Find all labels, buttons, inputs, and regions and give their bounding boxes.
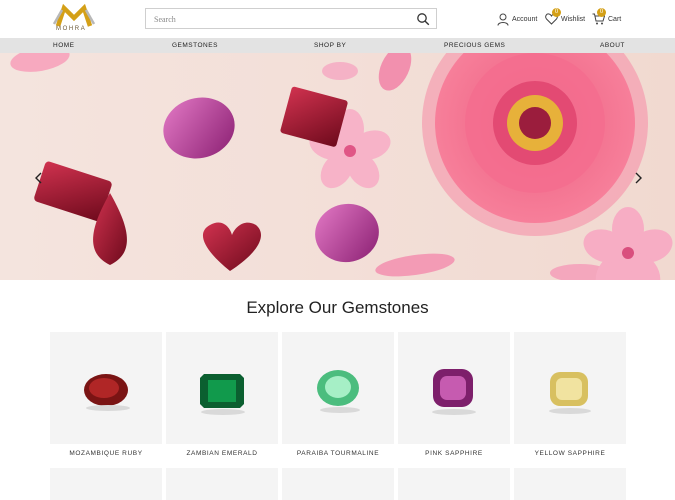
section-title: Explore Our Gemstones [246,298,429,317]
hero-image [10,53,673,280]
gem-label[interactable]: PINK SAPPHIRE [398,450,510,457]
brand-name: MOHRA [56,26,87,32]
cart-label: Cart [608,15,622,23]
gem-card-paraiba-tourmaline[interactable] [282,332,394,444]
nav-item-home[interactable]: HOME [53,38,75,53]
gem-card-yellow-sapphire[interactable] [514,332,626,444]
gem-card-row2[interactable] [282,468,394,500]
site-header: MOHRA Account 0 Wishlist 0 Cart [0,0,675,38]
gem-card-pink-sapphire[interactable] [398,332,510,444]
nav-item-gemstones[interactable]: GEMSTONES [172,38,218,53]
gem-image [432,369,476,415]
account-icon [497,13,509,26]
gem-card-row2[interactable] [50,468,162,500]
cart-link[interactable]: 0 Cart [592,8,622,28]
gem-card-row2[interactable] [166,468,278,500]
wishlist-count-badge: 0 [552,8,561,17]
nav-item-about[interactable]: ABOUT [600,38,625,53]
gem-label[interactable]: YELLOW SAPPHIRE [514,450,626,457]
nav-item-precious-gems[interactable]: PRECIOUS GEMS [444,38,505,53]
gem-card-mozambique-ruby[interactable] [50,332,162,444]
gem-label[interactable]: PARAIBA TOURMALINE [282,450,394,457]
gem-card-zambian-emerald[interactable] [166,332,278,444]
hero-banner[interactable] [0,53,675,280]
search-box[interactable] [145,8,437,29]
chevron-right-icon[interactable] [631,171,645,185]
gem-image [200,374,245,415]
wishlist-link[interactable]: 0 Wishlist [545,8,586,28]
gem-label[interactable]: MOZAMBIQUE RUBY [50,450,162,457]
search-input[interactable] [154,12,404,26]
wishlist-label: Wishlist [561,15,586,23]
gem-image [549,372,591,414]
main-nav: HOME GEMSTONES SHOP BY PRECIOUS GEMS ABO… [0,38,675,53]
gem-image [84,374,130,411]
gem-image [317,370,360,413]
account-link[interactable]: Account [497,10,537,28]
cart-count-badge: 0 [597,8,606,17]
nav-item-shop-by[interactable]: SHOP BY [314,38,346,53]
account-label: Account [512,15,538,23]
gem-label[interactable]: ZAMBIAN EMERALD [166,450,278,457]
chevron-left-icon[interactable] [32,171,46,185]
gem-card-row2[interactable] [398,468,510,500]
search-icon[interactable] [416,12,430,26]
gem-card-row2[interactable] [514,468,626,500]
